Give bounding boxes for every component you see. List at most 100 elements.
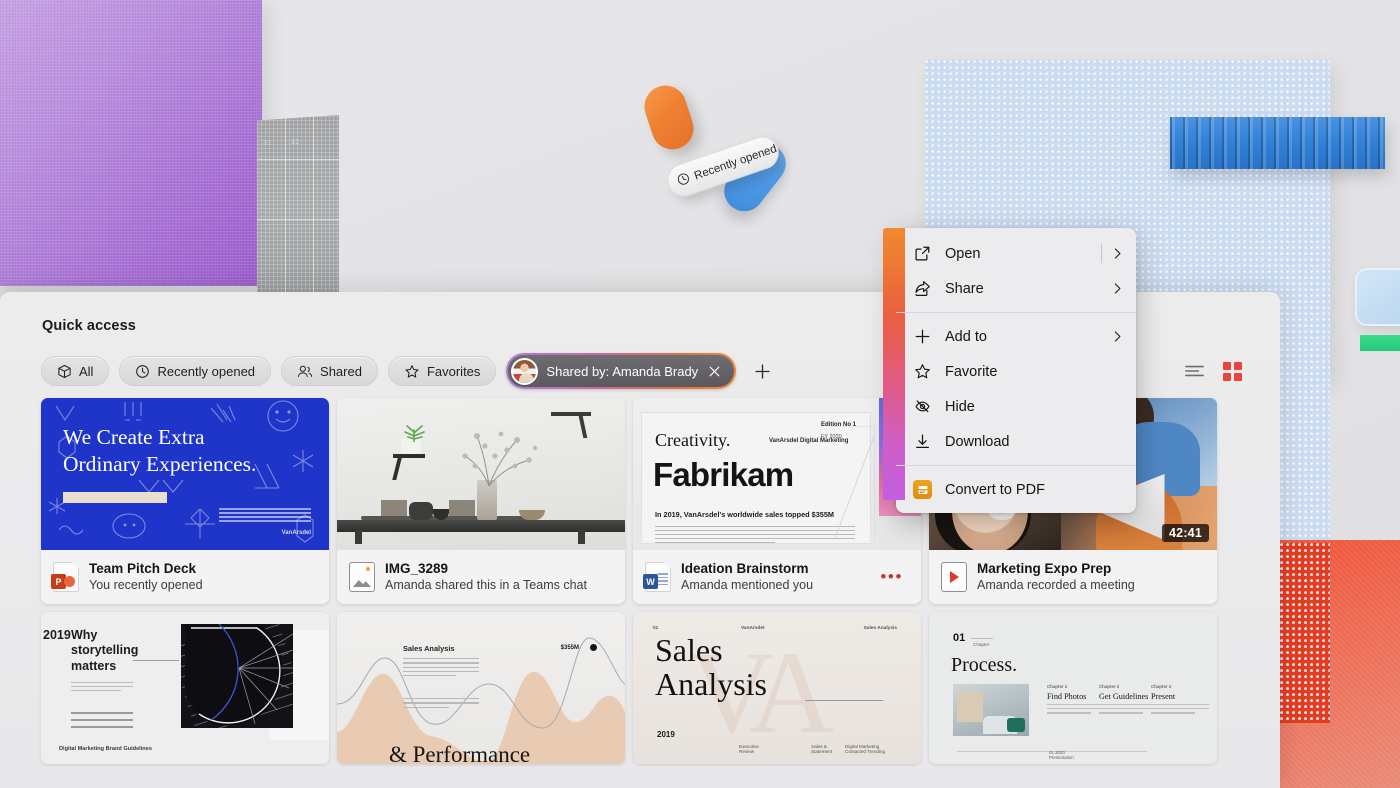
context-menu-item-share[interactable]: Share: [896, 271, 1136, 306]
video-icon: [941, 562, 967, 592]
filter-chip-all-label: All: [79, 363, 94, 379]
filter-chip-shared[interactable]: Shared: [281, 356, 378, 386]
context-menu-item-label: Add to: [945, 328, 987, 345]
file-card-team-pitch-deck[interactable]: We Create Extra Ordinary Experiences. Van…: [41, 398, 329, 604]
thumb-footer: 01 2020 Presentation: [1049, 750, 1074, 760]
thumb-artwork: [181, 624, 293, 728]
card-footer: P Team Pitch Deck You recently opened: [41, 550, 329, 604]
filter-chip-all[interactable]: All: [41, 356, 110, 386]
thumb-data-label: $355M: [560, 645, 579, 651]
thumb-column-eyebrow: Chapter 1: [1047, 684, 1068, 689]
slide-headline: We Create Extra Ordinary Experiences.: [63, 425, 257, 477]
card-footer: Marketing Expo Prep Amanda recorded a me…: [929, 550, 1217, 604]
page-title: Quick access: [42, 318, 136, 334]
file-subtitle: You recently opened: [89, 578, 203, 593]
filter-chip-favorites-label: Favorites: [426, 363, 481, 379]
thumb-year: 2019: [657, 730, 675, 739]
file-name: IMG_3289: [385, 560, 449, 576]
context-menu-item-label: Download: [945, 433, 1010, 450]
chevron-right-icon[interactable]: [1111, 330, 1124, 343]
grid-view-button[interactable]: [1223, 361, 1242, 381]
decor-purple-panel: [0, 0, 262, 286]
thumb-column: Chapter 1 Find Photos: [1047, 684, 1105, 714]
context-menu-separator: [896, 312, 1136, 313]
filter-chip-shared-label: Shared: [320, 363, 362, 379]
context-menu-item-convert-to-pdf[interactable]: Convert to PDF: [896, 472, 1136, 507]
context-menu-item-label: Favorite: [945, 363, 998, 380]
image-icon: [349, 562, 375, 592]
context-menu-item-label: Share: [945, 280, 984, 297]
thumb-footer-3: Digital Marketing Contacted Trending: [845, 744, 886, 754]
tower-label-2: 32: [291, 139, 300, 146]
file-card-img-3289[interactable]: IMG_3289 Amanda shared this in a Teams c…: [337, 398, 625, 604]
grid-cell: [1234, 361, 1242, 370]
context-menu-item-download[interactable]: Download: [896, 424, 1136, 459]
thumb-header-mid: VanArsdel: [741, 626, 765, 631]
card-footer: IMG_3289 Amanda shared this in a Teams c…: [337, 550, 625, 604]
thumb-header-right: Sales Analysis: [863, 626, 897, 631]
decor-ribbed-blue-bar: [1170, 117, 1385, 169]
context-menu: Open Share Add to Favorite Hide Download…: [883, 228, 1136, 513]
people-icon: [297, 364, 313, 379]
thumb-column-title: Get Guidelines: [1099, 692, 1149, 701]
context-menu-item-open[interactable]: Open: [896, 236, 1136, 271]
clock-icon: [675, 170, 693, 189]
context-menu-divider: [1101, 244, 1102, 263]
filter-chip-shared-by-person[interactable]: Shared by: Amanda Brady: [506, 353, 737, 389]
add-filter-button[interactable]: [749, 358, 775, 384]
plus-icon: [913, 328, 932, 345]
powerpoint-icon: P: [51, 562, 79, 592]
file-card-storytelling[interactable]: 2019 Why storytelling matters Digital Ma…: [41, 612, 329, 764]
share-icon: [913, 280, 932, 297]
file-card-sales-performance[interactable]: Sales Analysis $355M & Performance: [337, 612, 625, 764]
person-chip-label: Shared by: Amanda Brady: [546, 363, 699, 379]
file-card-sales-analysis[interactable]: VA 01 VanArsdel Sales Analysis Sales Anal…: [633, 612, 921, 764]
filter-chip-favorites[interactable]: Favorites: [387, 356, 497, 386]
file-name: Ideation Brainstorm: [681, 560, 809, 576]
thumb-footer-1: Executive Review: [739, 744, 759, 754]
chevron-right-icon[interactable]: [1111, 282, 1124, 295]
file-subtitle: Amanda mentioned you: [681, 578, 814, 593]
file-name: Team Pitch Deck: [89, 560, 197, 576]
thumb-title: Sales Analysis: [655, 632, 767, 702]
decor-blue-rounded-chip: [1355, 268, 1400, 326]
file-card-process[interactable]: 01 Chapter Process. Chapter 1 Find Photo…: [929, 612, 1217, 764]
open-external-icon: [913, 245, 932, 262]
download-icon: [913, 433, 932, 450]
thumb-column-eyebrow: Chapter 2: [1099, 684, 1120, 689]
decor-green-bar: [1360, 335, 1400, 351]
thumb-brand: Fabrikam: [653, 456, 794, 493]
context-menu-item-add-to[interactable]: Add to: [896, 319, 1136, 354]
filter-chip-recently-opened[interactable]: Recently opened: [119, 356, 272, 386]
decor-orange-pill: [638, 80, 700, 155]
context-menu-item-favorite[interactable]: Favorite: [896, 354, 1136, 389]
thumb-eyebrow: Creativity.: [655, 430, 731, 450]
decor-grid-tower: 31 32: [257, 115, 339, 297]
file-row: 2019 Why storytelling matters Digital Ma…: [41, 612, 1250, 764]
file-card-ideation-brainstorm[interactable]: Creativity. VanArsdel Digital Marketing …: [633, 398, 921, 604]
thumbnail: Sales Analysis $355M & Performance: [337, 612, 625, 764]
thumb-column-title: Present: [1151, 692, 1176, 701]
avatar: [511, 357, 539, 385]
context-menu-item-label: Convert to PDF: [945, 481, 1045, 498]
thumbnail: We Create Extra Ordinary Experiences. Van…: [41, 398, 329, 550]
tower-label-1: 31: [263, 140, 272, 147]
thumbnail: 2019 Why storytelling matters Digital Ma…: [41, 612, 329, 764]
eye-off-icon: [913, 398, 932, 415]
close-icon[interactable]: [707, 364, 722, 379]
thumb-number: 01: [953, 632, 966, 644]
card-footer: W Ideation Brainstorm Amanda mentioned y…: [633, 550, 921, 604]
word-icon: W: [643, 562, 671, 592]
list-view-button[interactable]: [1184, 363, 1205, 379]
file-subtitle: Amanda recorded a meeting: [977, 578, 1135, 593]
thumbnail: [337, 398, 625, 550]
thumb-tagline: In 2019, VanArsdel's worldwide sales top…: [655, 510, 834, 519]
thumb-number-sub: Chapter: [973, 642, 990, 647]
context-menu-item-hide[interactable]: Hide: [896, 389, 1136, 424]
thumbnail: VA 01 VanArsdel Sales Analysis Sales Anal…: [633, 612, 921, 764]
chevron-right-icon[interactable]: [1111, 247, 1124, 260]
context-menu-item-label: Hide: [945, 398, 975, 415]
thumb-header-left: 01: [653, 626, 659, 631]
clock-icon: [135, 364, 150, 379]
screenshot-root: 31 32 Recently opened Quick access All R…: [0, 0, 1400, 788]
